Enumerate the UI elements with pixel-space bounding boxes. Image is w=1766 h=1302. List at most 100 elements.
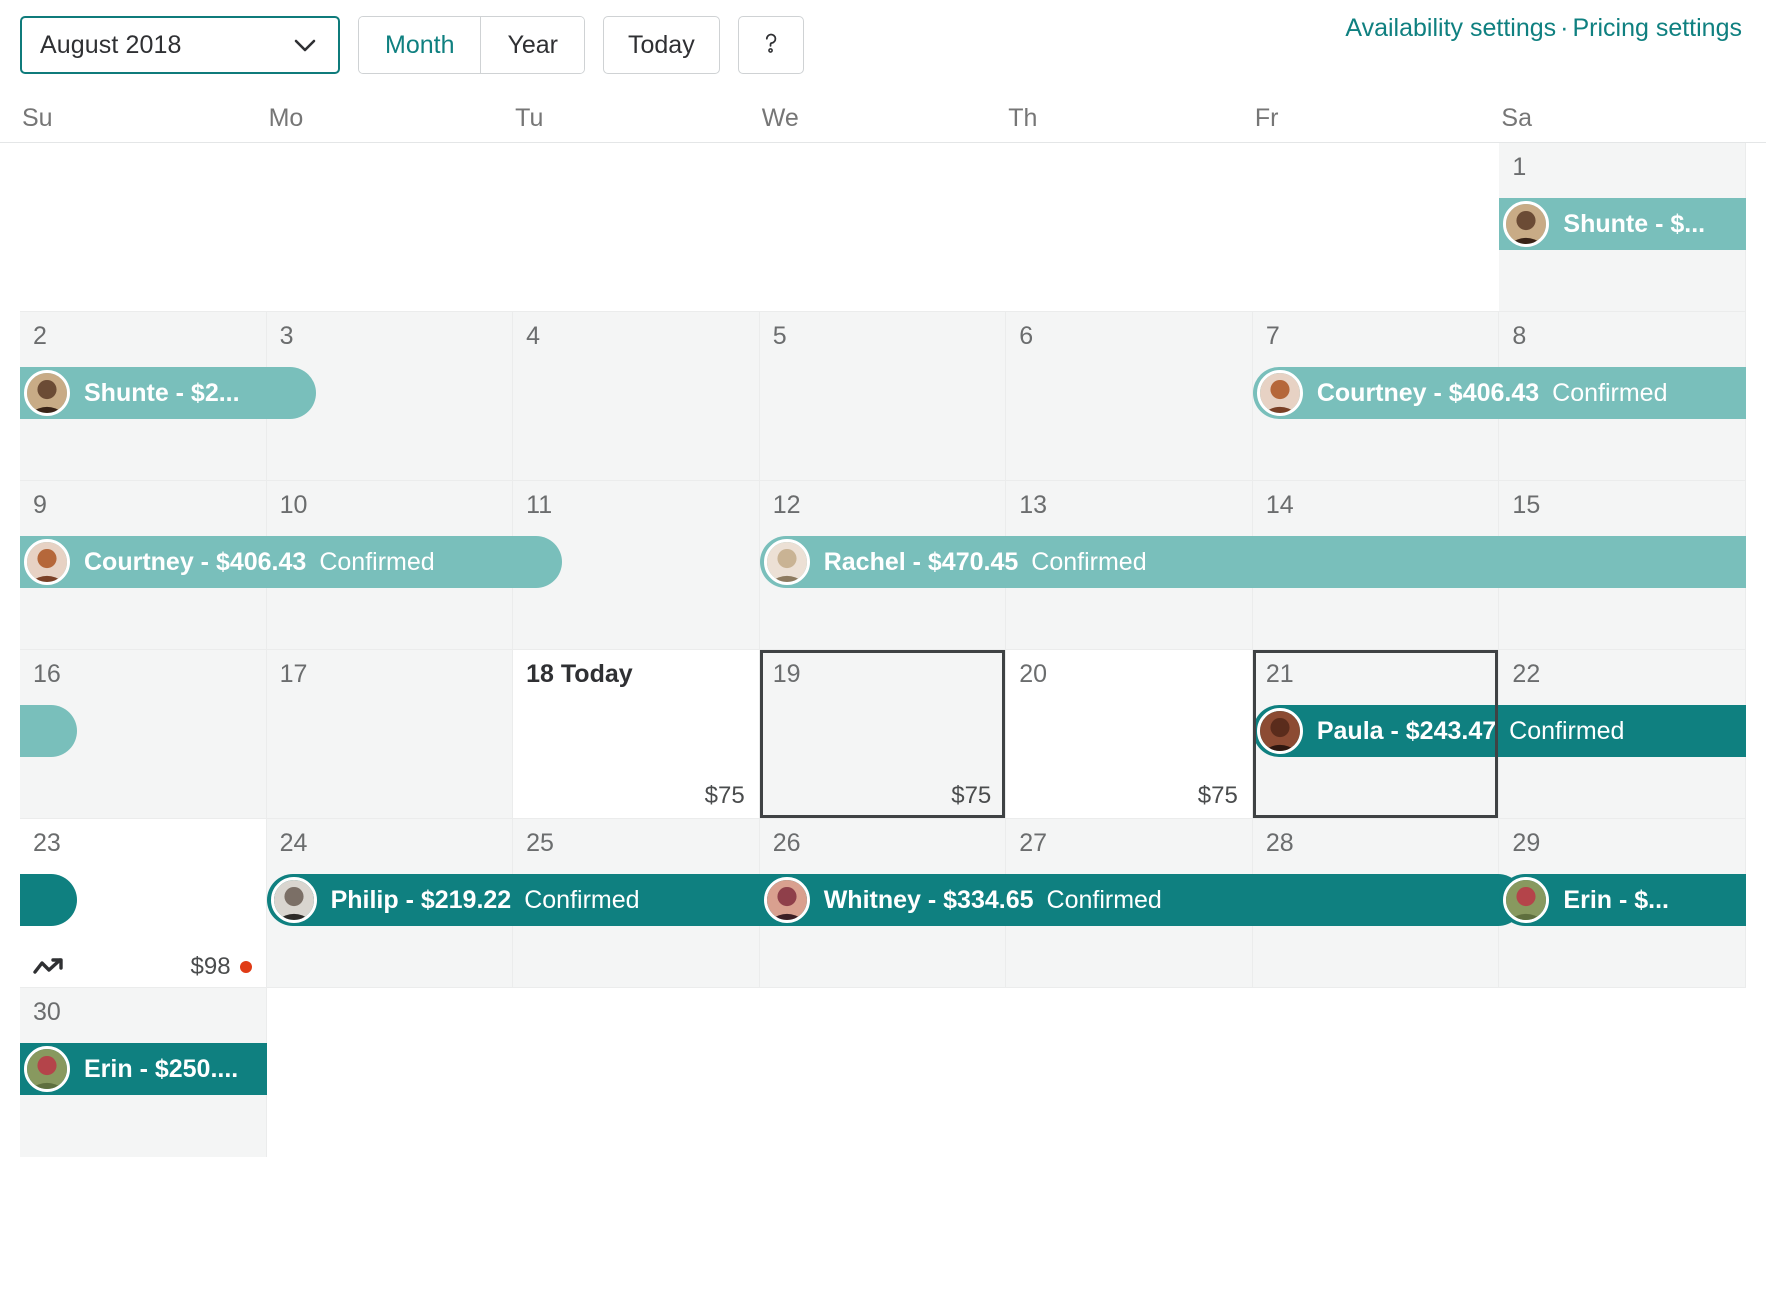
calendar-week: 1 Shunte - $...	[20, 143, 1746, 312]
day-number: 27	[1019, 831, 1047, 856]
availability-settings-link[interactable]: Availability settings	[1345, 14, 1556, 42]
question-mark-icon	[757, 29, 785, 62]
event-guest-amount: Philip - $219.22	[331, 886, 512, 915]
avatar	[24, 370, 70, 416]
event-status: Confirmed	[1509, 717, 1624, 746]
pricing-settings-link[interactable]: Pricing settings	[1572, 14, 1742, 42]
day-price-row: $98	[33, 953, 252, 981]
day-number: 13	[1019, 493, 1047, 518]
weekday-th: Th	[1006, 104, 1253, 133]
day-number: 30	[33, 1000, 61, 1025]
day-number: 26	[773, 831, 801, 856]
event-bar[interactable]: Whitney - $334.65Confirmed	[760, 874, 1524, 926]
calendar-week: 161718 Today$7519$7520$752122Paula - $24…	[20, 650, 1746, 819]
event-bar[interactable]: Shunte - $2...	[20, 367, 316, 419]
avatar	[271, 877, 317, 923]
day-number: 8	[1512, 324, 1526, 349]
day-cell-empty	[513, 988, 760, 1157]
avatar	[764, 539, 810, 585]
calendar-week: 23$98242526272829Philip - $219.22Confirm…	[20, 819, 1746, 988]
event-bar[interactable]: Rachel - $470.45 Confirmed	[760, 536, 1746, 588]
event-guest-amount: Erin - $...	[1563, 886, 1669, 915]
event-guest-amount: Erin - $250....	[84, 1055, 238, 1084]
day-number: 29	[1512, 831, 1540, 856]
calendar-grid: 1Shunte - $...2345678Shunte - $2...Court…	[0, 143, 1766, 1157]
link-separator: ·	[1560, 14, 1568, 42]
event-guest-amount: Rachel - $470.45	[824, 548, 1019, 577]
day-cell-5[interactable]: 5	[760, 312, 1007, 480]
day-number: 25	[526, 831, 554, 856]
day-number: 18 Today	[526, 662, 633, 687]
day-number: 21	[1266, 662, 1294, 687]
day-price[interactable]: $75	[951, 782, 991, 810]
day-number: 23	[33, 831, 61, 856]
event-bar[interactable]: Erin - $...	[1499, 874, 1746, 926]
day-cell-20[interactable]: 20$75	[1006, 650, 1253, 818]
day-price[interactable]: $75	[705, 782, 745, 810]
event-guest-amount: Courtney - $406.43	[84, 548, 306, 577]
event-status: Confirmed	[1047, 886, 1162, 915]
calendar-week: 2345678Shunte - $2...Courtney - $406.43C…	[20, 312, 1746, 481]
day-cell-4[interactable]: 4	[513, 312, 760, 480]
day-cell-19[interactable]: 19 $75	[760, 650, 1007, 818]
day-cell-18[interactable]: 18 Today $75	[513, 650, 760, 818]
event-label: Whitney - $334.65Confirmed	[824, 886, 1162, 915]
event-bar[interactable]: Courtney - $406.43 Confirmed	[20, 536, 562, 588]
event-bar[interactable]: Erin - $250....	[20, 1043, 267, 1095]
weekday-fr: Fr	[1253, 104, 1500, 133]
day-price-wrap[interactable]: $98	[191, 953, 252, 981]
today-button[interactable]: Today	[603, 16, 720, 74]
event-label: Courtney - $406.43Confirmed	[1317, 379, 1668, 408]
day-number: 10	[280, 493, 308, 518]
tab-year[interactable]: Year	[480, 17, 584, 73]
avatar	[1503, 877, 1549, 923]
day-number: 19	[773, 662, 801, 687]
day-number: 12	[773, 493, 801, 518]
day-number: 17	[280, 662, 308, 687]
weekday-we: We	[760, 104, 1007, 133]
event-label: Shunte - $2...	[84, 379, 240, 408]
event-label: Courtney - $406.43 Confirmed	[84, 548, 435, 577]
event-guest-amount: Shunte - $2...	[84, 379, 240, 408]
tab-month[interactable]: Month	[359, 17, 480, 73]
day-cell-empty	[760, 988, 1007, 1157]
event-label: Erin - $...	[1563, 886, 1669, 915]
event-bar[interactable]: Philip - $219.22 Confirmed	[267, 874, 809, 926]
trend-up-icon	[33, 955, 67, 979]
day-cell-17[interactable]: 17	[267, 650, 514, 818]
avatar	[1503, 201, 1549, 247]
day-cell-empty	[513, 143, 760, 311]
event-label: Rachel - $470.45 Confirmed	[824, 548, 1147, 577]
event-status: Confirmed	[319, 548, 434, 577]
day-cell-6[interactable]: 6	[1006, 312, 1253, 480]
day-cell-empty	[267, 143, 514, 311]
event-bar[interactable]: Courtney - $406.43Confirmed	[1253, 367, 1746, 419]
day-number: 24	[280, 831, 308, 856]
day-cell-16[interactable]: 16	[20, 650, 267, 818]
event-bar[interactable]: Shunte - $...	[1499, 198, 1746, 250]
day-cell-empty	[20, 143, 267, 311]
help-button[interactable]	[738, 16, 804, 74]
day-number: 4	[526, 324, 540, 349]
event-status: Confirmed	[524, 886, 639, 915]
calendar-toolbar: August 2018 Month Year Today Availabilit…	[0, 0, 1766, 95]
event-label: Shunte - $...	[1563, 210, 1705, 239]
day-price[interactable]: $75	[1198, 782, 1238, 810]
day-number: 1	[1512, 155, 1526, 180]
event-status: Confirmed	[1031, 548, 1146, 577]
calendar-week: 30 Erin - $250....	[20, 988, 1746, 1157]
event-guest-amount: Courtney - $406.43	[1317, 379, 1539, 408]
month-picker[interactable]: August 2018	[20, 16, 340, 74]
event-bar[interactable]: Paula - $243.47Confirmed	[1253, 705, 1746, 757]
day-number: 6	[1019, 324, 1033, 349]
month-picker-value: August 2018	[40, 31, 290, 60]
weekday-mo: Mo	[267, 104, 514, 133]
day-number: 16	[33, 662, 61, 687]
day-cell-23[interactable]: 23 $98	[20, 819, 267, 987]
day-number: 14	[1266, 493, 1294, 518]
weekday-su: Su	[20, 104, 267, 133]
day-price: $98	[191, 953, 231, 981]
event-label: Erin - $250....	[84, 1055, 238, 1084]
event-guest-amount: Shunte - $...	[1563, 210, 1705, 239]
day-cell-empty	[1006, 143, 1253, 311]
